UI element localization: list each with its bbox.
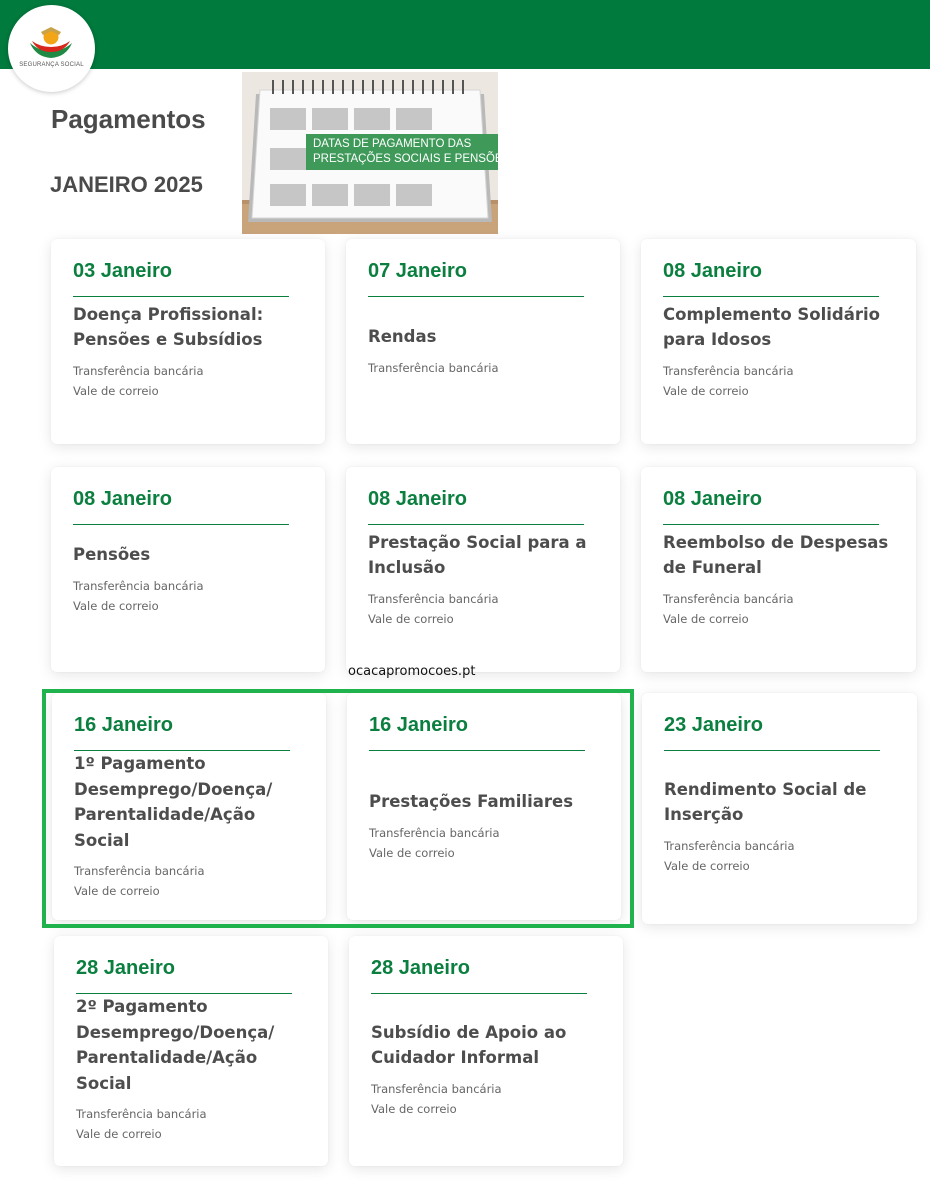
payment-method: Transferência bancária: [664, 838, 795, 853]
top-bar: [0, 0, 930, 69]
payment-method: Vale de correio: [664, 858, 750, 873]
payment-card: 28 Janeiro 2º Pagamento Desemprego/Doenç…: [54, 936, 328, 1166]
payment-card: 08 Janeiro Complemento Solidário para Id…: [641, 239, 916, 444]
card-date: 07 Janeiro: [368, 260, 467, 282]
seguranca-social-logo-icon: [30, 27, 72, 58]
payment-method: Vale de correio: [76, 1127, 162, 1141]
payment-method: Vale de correio: [369, 845, 455, 860]
card-title: Complemento Solidário para Idosos: [663, 304, 880, 350]
payment-card: 08 Janeiro Prestação Social para a Inclu…: [346, 467, 620, 672]
banner-caption: DATAS DE PAGAMENTO DAS PRESTAÇÕES SOCIAI…: [306, 134, 498, 170]
payment-method: Vale de correio: [73, 598, 159, 613]
card-date: 08 Janeiro: [73, 488, 172, 510]
page-title: Pagamentos: [51, 104, 206, 134]
seguranca-social-logo[interactable]: SEGURANÇA SOCIAL: [8, 5, 95, 92]
payment-method: Transferência bancária: [73, 363, 204, 378]
payment-method: Vale de correio: [663, 383, 749, 398]
card-date: 28 Janeiro: [371, 957, 470, 979]
payment-method: Vale de correio: [73, 383, 159, 398]
payment-method: Transferência bancária: [73, 578, 204, 593]
payment-card: 07 Janeiro Rendas Transferência bancária: [346, 239, 620, 444]
payment-method: Transferência bancária: [368, 591, 499, 606]
payment-card: 23 Janeiro Rendimento Social de Inserção…: [642, 693, 917, 924]
card-date: 03 Janeiro: [73, 260, 172, 282]
card-date: 28 Janeiro: [76, 957, 175, 979]
card-title: Doença Profissional: Pensões e Subsídios: [73, 304, 264, 350]
card-date: 08 Janeiro: [663, 260, 762, 282]
logo-text: SEGURANÇA SOCIAL: [19, 62, 84, 68]
card-date: 08 Janeiro: [368, 488, 467, 510]
card-title: Reembolso de Despesas de Funeral: [663, 532, 889, 578]
payment-card: 08 Janeiro Pensões Transferência bancári…: [51, 467, 325, 672]
payment-card: 28 Janeiro Subsídio de Apoio ao Cuidador…: [349, 936, 623, 1166]
card-title: Rendimento Social de Inserção: [664, 779, 867, 825]
payment-method: Vale de correio: [663, 611, 749, 626]
payment-method: Transferência bancária: [663, 591, 794, 606]
payment-method: Transferência bancária: [76, 1107, 207, 1121]
banner-image: DATAS DE PAGAMENTO DAS PRESTAÇÕES SOCIAI…: [242, 72, 498, 234]
page-subtitle: JANEIRO 2025: [50, 172, 203, 197]
payment-method: Transferência bancária: [369, 825, 500, 840]
card-date: 08 Janeiro: [663, 488, 762, 510]
card-title: Prestação Social para a Inclusão: [368, 532, 587, 578]
card-title: 2º Pagamento Desemprego/Doença/ Parental…: [76, 997, 275, 1093]
payment-card: 16 Janeiro 1º Pagamento Desemprego/Doenç…: [52, 693, 326, 920]
payment-method: Transferência bancária: [368, 360, 499, 375]
card-title: Prestações Familiares: [369, 792, 574, 812]
card-date: 16 Janeiro: [369, 714, 468, 736]
payment-method: Transferência bancária: [74, 864, 205, 878]
payment-method: Transferência bancária: [663, 363, 794, 378]
card-title: Subsídio de Apoio ao Cuidador Informal: [371, 1022, 567, 1068]
payment-method: Vale de correio: [371, 1101, 457, 1116]
payment-method: Transferência bancária: [371, 1081, 502, 1096]
payment-method: Vale de correio: [368, 611, 454, 626]
watermark-text: ocacapromocoes.pt: [348, 664, 476, 679]
payment-card: 08 Janeiro Reembolso de Despesas de Fune…: [641, 467, 916, 672]
card-title: Pensões: [73, 545, 151, 565]
card-title: Rendas: [368, 327, 437, 347]
payment-method: Vale de correio: [74, 884, 160, 898]
card-date: 16 Janeiro: [74, 714, 173, 736]
card-date: 23 Janeiro: [664, 714, 763, 736]
payment-card: 03 Janeiro Doença Profissional: Pensões …: [51, 239, 325, 444]
payment-card: 16 Janeiro Prestações Familiares Transfe…: [347, 693, 621, 920]
card-title: 1º Pagamento Desemprego/Doença/ Parental…: [74, 754, 273, 850]
